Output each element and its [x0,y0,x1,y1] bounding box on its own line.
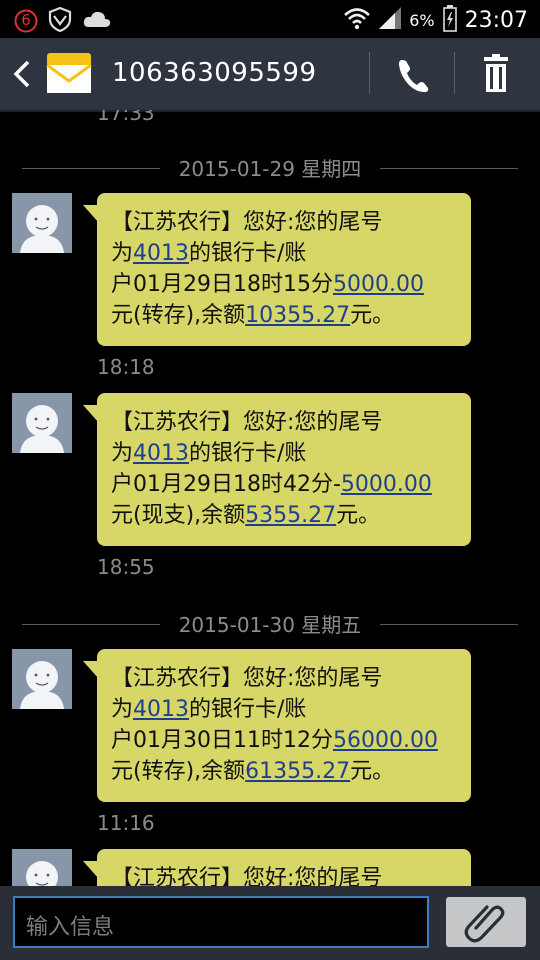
message-list[interactable]: 17:33 2015-01-29 星期四 【江苏农行】您好:您的尾号 为4013… [0,110,540,886]
envelope-icon [46,51,92,99]
message-bubble[interactable]: 【江苏农行】您好:您的尾号 为4013的银行卡/账 户01月29日18时15分5… [83,193,471,346]
message-text: 【江苏农行】您好:您的尾号 为4013的银行卡/账 户01月29日18时42分-… [111,407,461,531]
conversation-header: 106363095599 [0,38,540,112]
message-line: 户01月29日18时42分- [111,472,341,497]
balance-link[interactable]: 10355.27 [245,303,350,328]
message-line: 的银行卡/账 [189,241,307,266]
signal-icon [377,5,403,35]
avatar[interactable] [12,193,72,253]
message-bubble[interactable]: 【江苏农行】您好:您的尾号 为4013的银行卡/账 户01月30日11时12分5… [83,649,471,802]
divider [380,624,518,625]
trash-icon [484,54,508,92]
message-line: 元。 [350,759,395,784]
phone-icon [399,60,429,93]
message-line: 元(现支),余额 [111,503,246,528]
wifi-icon [343,5,371,35]
avatar[interactable] [12,393,72,453]
chevron-left-icon [13,60,30,88]
message-input[interactable]: 输入信息 [13,896,429,948]
date-separator: 2015-01-29 星期四 [22,153,518,183]
message-line: 元。 [336,503,381,528]
message-time: 11:16 [97,811,155,835]
message-time: 18:18 [97,355,155,379]
shield-icon [48,6,72,36]
avatar[interactable] [12,649,72,709]
sender-number: 106363095599 [112,58,317,88]
message-input-placeholder: 输入信息 [26,915,115,940]
message-time: 17:33 [97,110,155,125]
date-separator: 2015-01-30 星期五 [22,609,518,639]
paperclip-icon [464,905,505,943]
message-line: 为 [111,441,134,466]
message-line: 【江苏农行】您好:您的尾号 [111,866,383,886]
message-text: 【江苏农行】您好:您的尾号 [111,863,461,886]
amount-link[interactable]: 56000.00 [333,728,438,753]
header-divider [454,52,455,94]
message-line: 【江苏农行】您好:您的尾号 [111,410,383,435]
message-time: 18:55 [97,555,155,579]
notification-count-icon: 6 [14,9,38,33]
message-bubble[interactable]: 【江苏农行】您好:您的尾号 [83,849,471,886]
attach-button[interactable] [446,897,526,947]
clock: 23:07 [464,7,528,33]
message-line: 元(转存),余额 [111,303,246,328]
cloud-icon [82,8,112,34]
contact-avatar-icon [20,405,64,453]
avatar[interactable] [12,849,72,886]
message-line: 为 [111,697,134,722]
message-line: 元(转存),余额 [111,759,246,784]
header-divider [369,52,370,94]
notification-count: 6 [21,11,31,29]
amount-link[interactable]: 5000.00 [333,272,424,297]
contact-avatar-icon [20,661,64,709]
message-line: 的银行卡/账 [189,697,307,722]
call-button[interactable] [382,54,442,94]
message-line: 【江苏农行】您好:您的尾号 [111,666,383,691]
contact-avatar-icon [20,205,64,253]
message-line: 【江苏农行】您好:您的尾号 [111,210,383,235]
card-number-link[interactable]: 4013 [133,697,189,722]
divider [380,168,518,169]
amount-link[interactable]: 5000.00 [341,472,432,497]
message-line: 的银行卡/账 [189,441,307,466]
message-line: 户01月30日11时12分 [111,728,333,753]
card-number-link[interactable]: 4013 [133,441,189,466]
contact-avatar-icon [26,861,58,886]
back-button[interactable] [10,58,34,90]
battery-percent: 6% [409,10,435,30]
message-bubble[interactable]: 【江苏农行】您好:您的尾号 为4013的银行卡/账 户01月29日18时42分-… [83,393,471,546]
balance-link[interactable]: 5355.27 [245,503,336,528]
message-text: 【江苏农行】您好:您的尾号 为4013的银行卡/账 户01月29日18时15分5… [111,207,461,331]
battery-charging-icon [441,4,459,36]
card-number-link[interactable]: 4013 [133,241,189,266]
message-line: 户01月29日18时15分 [111,272,333,297]
delete-button[interactable] [466,54,526,94]
composer-bar: 输入信息 [0,886,540,960]
balance-link[interactable]: 61355.27 [245,759,350,784]
message-line: 元。 [350,303,395,328]
status-bar: 6 6% 23:07 [0,0,540,38]
message-line: 为 [111,241,134,266]
message-text: 【江苏农行】您好:您的尾号 为4013的银行卡/账 户01月30日11时12分5… [111,663,461,787]
